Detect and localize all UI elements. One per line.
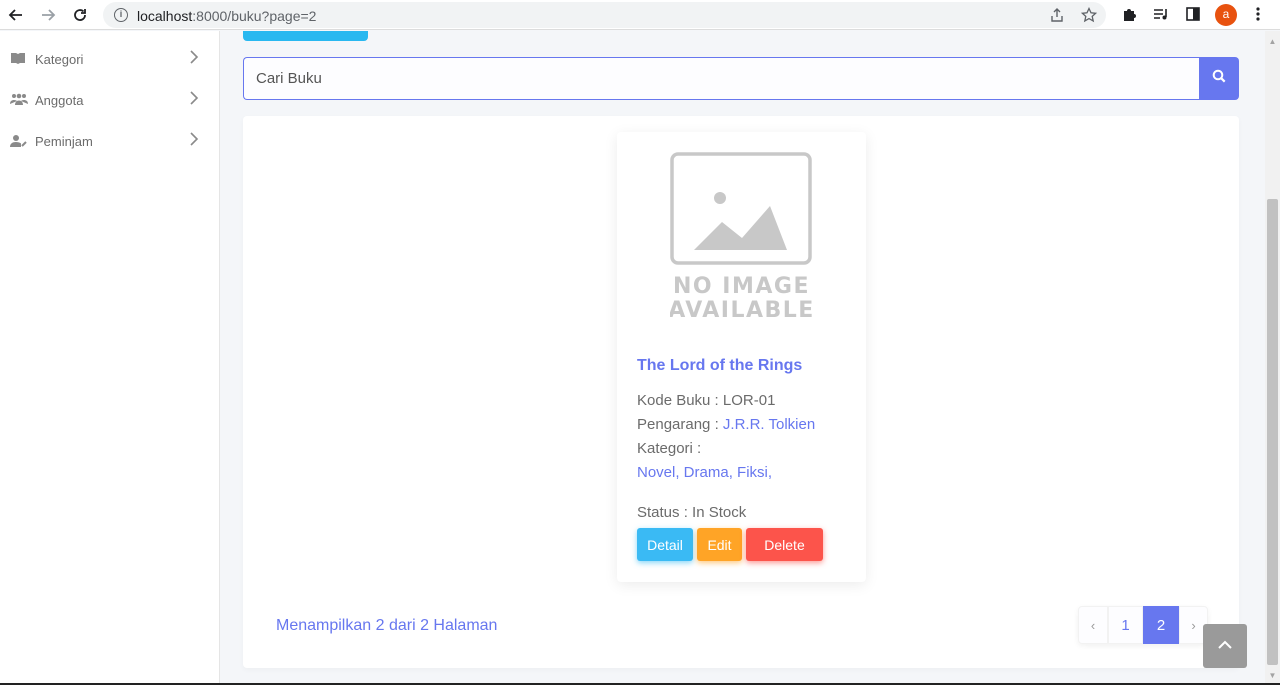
chevron-right-icon — [189, 90, 199, 110]
back-arrow-icon[interactable] — [8, 7, 24, 23]
address-bar[interactable]: i localhost:8000/buku?page=2 — [103, 2, 1106, 28]
book-author-link[interactable]: J.R.R. Tolkien — [723, 416, 815, 433]
book-status-line: Status : In Stock — [637, 504, 746, 521]
profile-avatar[interactable]: a — [1215, 4, 1237, 26]
browser-toolbar: i localhost:8000/buku?page=2 a — [0, 0, 1280, 30]
search-icon — [1212, 69, 1226, 88]
book-open-icon — [10, 52, 28, 66]
search-button[interactable] — [1199, 57, 1239, 100]
sidebar-item-label: Anggota — [35, 92, 84, 108]
book-categories-links[interactable]: Novel, Drama, Fiksi, — [637, 464, 772, 481]
share-icon[interactable] — [1049, 7, 1065, 27]
book-category-label: Kategori : — [637, 440, 702, 457]
sidebar-item-peminjam[interactable]: Peminjam — [0, 121, 219, 161]
book-code: LOR-01 — [722, 392, 776, 409]
scroll-down-arrow-icon[interactable]: ▼ — [1268, 671, 1277, 680]
users-icon — [10, 93, 28, 107]
extensions-puzzle-icon[interactable] — [1121, 6, 1137, 26]
reload-icon[interactable] — [72, 7, 88, 23]
edit-button[interactable]: Edit — [697, 528, 742, 561]
user-edit-icon — [10, 134, 28, 148]
book-code-label: Kode Buku : — [637, 392, 723, 409]
page-scrollbar[interactable]: ▲ ▼ — [1265, 31, 1280, 685]
book-code-line: Kode Buku : LOR-01 — [637, 392, 775, 409]
detail-button[interactable]: Detail — [637, 528, 693, 561]
sidebar-item-anggota[interactable]: Anggota — [0, 80, 219, 120]
book-title[interactable]: The Lord of the Rings — [637, 357, 802, 375]
sidebar: Kategori Anggota Peminjam — [0, 31, 220, 685]
chevron-right-icon — [189, 131, 199, 151]
no-image-text-1: NO IMAGE — [673, 274, 810, 299]
side-panel-icon[interactable] — [1185, 6, 1201, 26]
no-image-text-2: AVAILABLE — [670, 298, 813, 322]
url-host: localhost — [137, 8, 193, 24]
book-card: NO IMAGE AVAILABLE The Lord of the Rings… — [617, 132, 866, 582]
sidebar-item-label: Peminjam — [35, 133, 93, 149]
sidebar-item-kategori[interactable]: Kategori — [0, 39, 219, 79]
book-status-label: Status : — [637, 504, 693, 521]
no-image-placeholder: NO IMAGE AVAILABLE — [668, 152, 813, 323]
book-author-line: Pengarang : J.R.R. Tolkien — [637, 416, 815, 433]
scroll-up-arrow-icon[interactable]: ▲ — [1268, 37, 1277, 46]
add-book-button-edge[interactable] — [243, 31, 368, 41]
book-author-label: Pengarang : — [637, 416, 723, 433]
kebab-menu-icon[interactable] — [1251, 6, 1265, 26]
scroll-to-top-button[interactable] — [1203, 624, 1247, 668]
chevron-up-icon — [1217, 637, 1233, 655]
pagination-info: Menampilkan 2 dari 2 Halaman — [276, 617, 498, 634]
search-input[interactable] — [243, 57, 1200, 100]
pagination: ‹ 1 2 › — [1078, 606, 1208, 644]
pagination-page-1[interactable]: 1 — [1108, 606, 1143, 644]
info-icon[interactable]: i — [114, 8, 128, 22]
url-path: :8000/buku?page=2 — [192, 8, 317, 24]
pagination-prev[interactable]: ‹ — [1078, 606, 1108, 644]
chevron-right-icon — [189, 49, 199, 69]
delete-button[interactable]: Delete — [746, 528, 823, 561]
pagination-page-2-active[interactable]: 2 — [1143, 606, 1179, 644]
scrollbar-thumb[interactable] — [1267, 199, 1278, 665]
sidebar-item-label: Kategori — [35, 51, 84, 67]
bookmark-star-icon[interactable] — [1080, 6, 1098, 27]
url-text[interactable]: localhost:8000/buku?page=2 — [137, 8, 316, 24]
forward-arrow-icon[interactable] — [40, 7, 56, 23]
media-queue-icon[interactable] — [1153, 6, 1169, 26]
book-status: In Stock — [692, 504, 747, 521]
search-form — [243, 57, 1239, 100]
